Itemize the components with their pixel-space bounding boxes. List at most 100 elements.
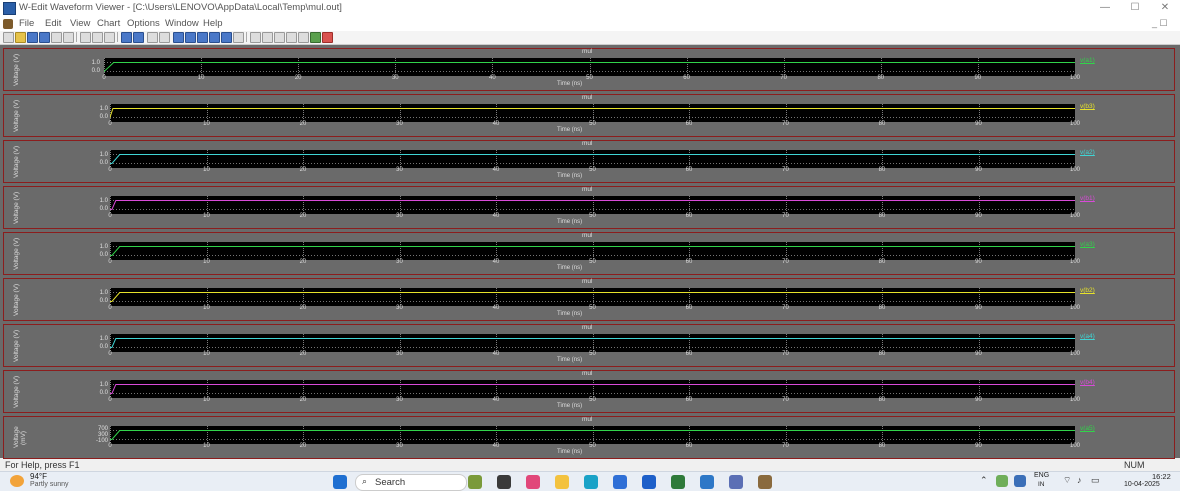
menu-options[interactable]: Options <box>127 18 160 29</box>
excel-icon[interactable] <box>671 475 685 489</box>
menu-edit[interactable]: Edit <box>45 18 61 29</box>
waveform-plot[interactable] <box>110 288 1075 306</box>
waveform-plot[interactable] <box>110 242 1075 260</box>
x-tick-label: 80 <box>878 213 886 219</box>
minimize-button[interactable]: — <box>1090 0 1120 18</box>
waveform-plot[interactable] <box>110 334 1075 352</box>
store-icon[interactable] <box>613 475 627 489</box>
legend-entry[interactable]: v(b1) <box>1080 195 1095 202</box>
task-view-icon[interactable] <box>497 475 511 489</box>
edge-browser-icon[interactable] <box>584 475 598 489</box>
file-explorer-icon[interactable] <box>555 475 569 489</box>
waveform-plot[interactable] <box>110 196 1075 214</box>
add-chart-icon[interactable] <box>147 32 158 43</box>
widget-icon[interactable] <box>468 475 482 489</box>
x-tick-label: 10 <box>203 259 210 265</box>
close-button[interactable]: ✕ <box>1150 0 1180 18</box>
play-icon[interactable] <box>298 32 309 43</box>
battery-icon[interactable]: ▭ <box>1091 475 1100 486</box>
chart-title: mul <box>582 94 593 101</box>
zoom-fit-icon[interactable] <box>221 32 232 43</box>
waveform-app-icon[interactable] <box>729 475 743 489</box>
waveform-plot[interactable] <box>110 426 1075 444</box>
wifi-icon[interactable]: ⌔ <box>1063 475 1071 486</box>
menu-view[interactable]: View <box>70 18 90 29</box>
chart-panel[interactable]: Voltage (V) mul 1.0 0.0 0 10 20 30 40 50 60 70 80 90 1… <box>3 232 1175 275</box>
x-tick-label: 80 <box>878 305 886 311</box>
print-preview-icon[interactable] <box>63 32 74 43</box>
weather-desc[interactable]: Partly sunny <box>30 481 69 488</box>
chart-panel[interactable]: Voltage (V) mul 1.0 0.0 0 10 20 30 40 50 60 70 80 90 1… <box>3 324 1175 367</box>
legend-entry[interactable]: v(b4) <box>1080 379 1095 386</box>
chart-panel[interactable]: Voltage (V) mul 1.0 0.0 0 10 20 30 40 50 60 70 80 90 1… <box>3 370 1175 413</box>
new-file-icon[interactable] <box>3 32 14 43</box>
legend-entry[interactable]: v(a5) <box>1080 425 1095 432</box>
list-icon[interactable] <box>121 32 132 43</box>
tray-chevron-icon[interactable]: ⌃ <box>980 475 988 486</box>
chart-panel[interactable]: Voltage (V) mul 1.0 0.0 0 10 20 30 40 50 60 70 80 90 1… <box>3 140 1175 183</box>
chart-panel[interactable]: Voltage (V) mul 1.0 0.0 0 10 20 30 40 50 60 70 80 90 1… <box>3 48 1175 91</box>
copy-icon[interactable] <box>92 32 103 43</box>
x-tick-label: 50 <box>589 397 596 403</box>
cut-icon[interactable] <box>80 32 91 43</box>
maximize-button[interactable]: ☐ <box>1120 0 1150 18</box>
marker-icon[interactable] <box>262 32 273 43</box>
chart-panel[interactable]: Voltage (V) mul 1.0 0.0 0 10 20 30 40 50 60 70 80 90 1… <box>3 94 1175 137</box>
waveform-plot[interactable] <box>110 150 1075 168</box>
legend-entry[interactable]: v(b2) <box>1080 287 1095 294</box>
tile-icon[interactable] <box>173 32 184 43</box>
save-icon[interactable] <box>27 32 38 43</box>
grid-icon[interactable] <box>133 32 144 43</box>
legend-entry[interactable]: v(b3) <box>1080 103 1095 110</box>
arrange-icon[interactable] <box>197 32 208 43</box>
waveform-trace <box>110 246 1075 256</box>
menu-window[interactable]: Window <box>165 18 199 29</box>
chart-panel[interactable]: Voltage (mV) mul 700 300 -100 0 10 20 30 40 50 60 70… <box>3 416 1175 459</box>
volume-icon[interactable]: ♪ <box>1077 475 1082 485</box>
save-all-icon[interactable] <box>39 32 50 43</box>
legend-entry[interactable]: v(a4) <box>1080 333 1095 340</box>
word-icon[interactable] <box>642 475 656 489</box>
legend-entry[interactable]: v(a1) <box>1080 57 1095 64</box>
paste-icon[interactable] <box>104 32 115 43</box>
clock-time[interactable]: 16:22 <box>1152 472 1171 481</box>
waveform-plot[interactable] <box>110 380 1075 398</box>
cursor-icon[interactable] <box>233 32 244 43</box>
y-axis-label: Voltage (V) <box>13 375 20 408</box>
menu-help[interactable]: Help <box>203 18 223 29</box>
measure-icon[interactable] <box>250 32 261 43</box>
weather-icon[interactable] <box>10 475 24 487</box>
step-icon[interactable] <box>274 32 285 43</box>
cascade-icon[interactable] <box>185 32 196 43</box>
legend-entry[interactable]: v(a2) <box>1080 149 1095 156</box>
waveform-plot[interactable] <box>104 58 1075 76</box>
x-tick-label: 100 <box>1069 121 1081 127</box>
chart-panel[interactable]: Voltage (V) mul 1.0 0.0 0 10 20 30 40 50 60 70 80 90 1… <box>3 186 1175 229</box>
region-indicator[interactable]: IN <box>1038 481 1045 488</box>
weather-temp[interactable]: 94°F <box>30 472 47 481</box>
clock-date[interactable]: 10-04-2025 <box>1124 481 1160 488</box>
app-window-icon[interactable] <box>700 475 714 489</box>
zoom-icon[interactable] <box>209 32 220 43</box>
chart-panel[interactable]: Voltage (V) mul 1.0 0.0 0 10 20 30 40 50 60 70 80 90 1… <box>3 278 1175 321</box>
search-box[interactable]: ⌕ Search <box>355 474 467 491</box>
copilot-icon[interactable] <box>526 475 540 489</box>
waveform-plot[interactable] <box>110 104 1075 122</box>
pause-icon[interactable] <box>286 32 297 43</box>
mdi-controls[interactable]: _ ☐ <box>1152 18 1168 29</box>
tray-cloud-icon[interactable] <box>1014 475 1026 487</box>
start-icon[interactable] <box>333 475 347 489</box>
print-icon[interactable] <box>51 32 62 43</box>
x-tick-label: 90 <box>975 443 982 449</box>
help-icon[interactable] <box>322 32 333 43</box>
open-folder-icon[interactable] <box>15 32 26 43</box>
document-icon[interactable] <box>3 19 13 29</box>
legend-entry[interactable]: v(a3) <box>1080 241 1095 248</box>
tanner-app-icon[interactable] <box>758 475 772 489</box>
image-icon[interactable] <box>310 32 321 43</box>
menu-chart[interactable]: Chart <box>97 18 120 29</box>
language-indicator[interactable]: ENG <box>1034 472 1049 479</box>
tray-app-icon[interactable] <box>996 475 1008 487</box>
menu-file[interactable]: File <box>19 18 34 29</box>
delete-chart-icon[interactable] <box>159 32 170 43</box>
